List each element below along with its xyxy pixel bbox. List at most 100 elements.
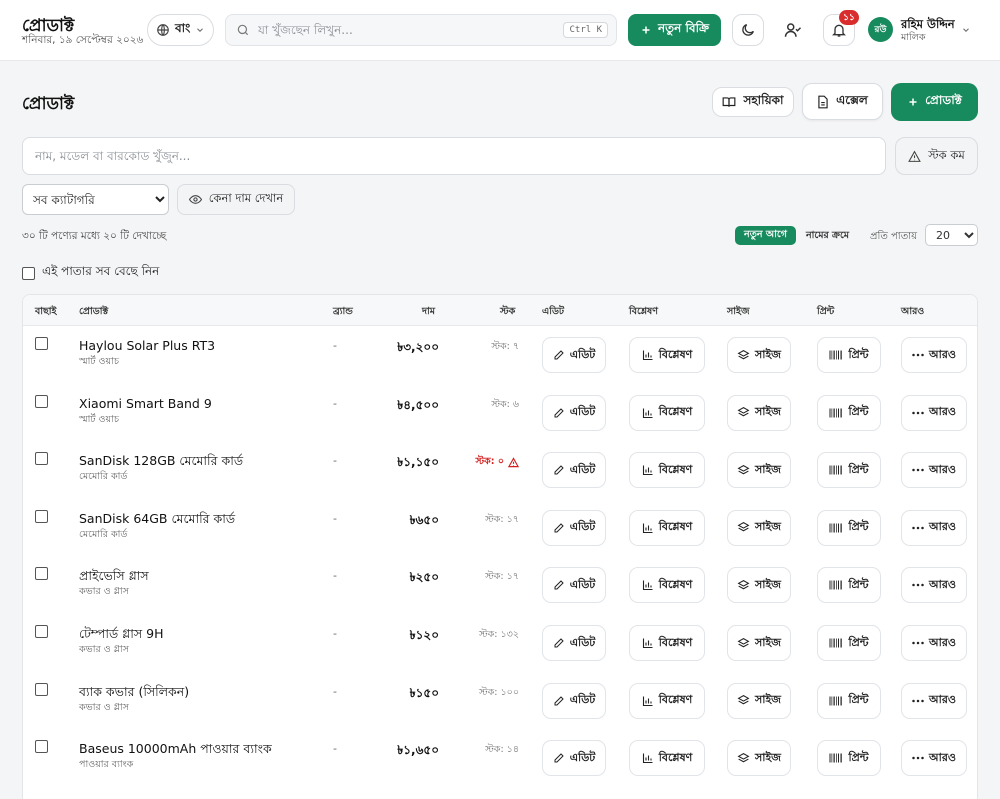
global-search: Ctrl K (225, 14, 617, 46)
print-button[interactable]: প্রিন্ট (817, 567, 881, 604)
analysis-button[interactable]: বিশ্লেষণ (629, 337, 705, 373)
size-label: সাইজ (754, 693, 782, 707)
analysis-button[interactable]: বিশ্লেষণ (629, 625, 705, 661)
row-checkbox[interactable] (35, 567, 48, 581)
category-select[interactable]: সব ক্যাটাগরি (22, 184, 169, 215)
checkbox[interactable] (22, 266, 35, 280)
cost-price-label: কেনা দাম দেখান (208, 191, 284, 205)
edit-button[interactable]: এডিট (542, 509, 606, 546)
layers-icon (737, 406, 750, 419)
excel-button[interactable]: এক্সেল (802, 83, 883, 120)
print-button[interactable]: প্রিন্ট (817, 625, 881, 661)
product-price: ৳৬৫০ (409, 512, 439, 527)
add-product-button[interactable]: প্রোডাক্ট (891, 83, 978, 121)
row-checkbox[interactable] (35, 682, 48, 696)
size-button[interactable]: সাইজ (727, 625, 791, 661)
new-sale-button[interactable]: নতুন বিক্রি (628, 14, 721, 46)
more-button[interactable]: আরও (901, 509, 967, 546)
table-row: SanDisk 128GB মেমোরি কার্ড মেমোরি কার্ড … (23, 441, 977, 499)
book-icon (722, 95, 736, 109)
row-checkbox[interactable] (35, 509, 48, 523)
sort-newest-button[interactable]: নতুন আগে (735, 226, 796, 245)
print-button[interactable]: প্রিন্ট (817, 740, 881, 777)
low-stock-filter-button[interactable]: স্টক কম (895, 137, 978, 175)
size-button[interactable]: সাইজ (727, 337, 791, 373)
bar-chart-icon (642, 695, 654, 707)
excel-label: এক্সেল (836, 92, 868, 107)
guide-button[interactable]: সহায়িকা (712, 87, 794, 117)
analysis-button[interactable]: বিশ্লেষণ (629, 567, 705, 604)
size-button[interactable]: সাইজ (727, 740, 791, 777)
product-search-input[interactable] (22, 137, 886, 175)
per-page-select[interactable]: 20 (925, 224, 978, 246)
product-price: ৳৩,২০০ (397, 340, 439, 354)
language-select[interactable]: বাং (147, 14, 214, 46)
language-label: বাং (175, 21, 191, 35)
edit-button[interactable]: এডিট (542, 625, 606, 661)
more-button[interactable]: আরও (901, 740, 967, 777)
analysis-button[interactable]: বিশ্লেষণ (629, 682, 705, 719)
show-cost-price-button[interactable]: কেনা দাম দেখান (177, 184, 295, 215)
avatar[interactable]: রউ (868, 17, 893, 42)
guide-label: সহায়িকা (743, 93, 784, 107)
more-button[interactable]: আরও (901, 394, 967, 431)
layers-icon (737, 579, 750, 592)
product-stock: স্টক: ০ (475, 455, 519, 470)
current-date: শনিবার, ১৯ সেপ্টেম্বর ২০২৬ (22, 34, 144, 46)
row-checkbox[interactable] (35, 394, 48, 408)
user-switch-button[interactable] (781, 18, 805, 42)
edit-button[interactable]: এডিট (542, 682, 606, 719)
edit-button[interactable]: এডিট (542, 337, 606, 373)
edit-button[interactable]: এডিট (542, 394, 606, 431)
analysis-button[interactable]: বিশ্লেষণ (629, 509, 705, 546)
edit-button[interactable]: এডিট (542, 452, 606, 489)
product-brand: - (333, 396, 337, 410)
size-button[interactable]: সাইজ (727, 567, 791, 604)
size-button[interactable]: সাইজ (727, 509, 791, 546)
more-button[interactable]: আরও (901, 452, 967, 489)
user-role: মালিক (901, 32, 926, 43)
size-label: সাইজ (754, 577, 782, 591)
print-button[interactable]: প্রিন্ট (817, 394, 881, 431)
row-checkbox[interactable] (35, 452, 48, 466)
more-button[interactable]: আরও (901, 625, 967, 661)
more-button[interactable]: আরও (901, 682, 967, 719)
size-button[interactable]: সাইজ (727, 394, 791, 431)
print-button[interactable]: প্রিন্ট (817, 682, 881, 719)
bar-chart-icon (642, 752, 654, 764)
sort-name-button[interactable]: নামের ক্রমে (806, 229, 849, 244)
column-header-product: প্রোডাক্ট (79, 306, 109, 317)
chevron-down-icon (195, 25, 205, 35)
row-checkbox[interactable] (35, 740, 48, 754)
pencil-icon (553, 695, 565, 707)
edit-button[interactable]: এডিট (542, 567, 606, 604)
chevron-down-icon[interactable] (961, 25, 971, 35)
size-button[interactable]: সাইজ (727, 452, 791, 489)
size-button[interactable]: সাইজ (727, 682, 791, 719)
analysis-button[interactable]: বিশ্লেষণ (629, 394, 705, 431)
product-name[interactable]: Xiaomi Smart Band 9 (79, 396, 212, 411)
edit-button[interactable]: এডিট (542, 740, 606, 777)
row-checkbox[interactable] (35, 625, 48, 638)
more-dots-icon (912, 468, 924, 472)
theme-toggle-button[interactable] (732, 14, 764, 46)
print-button[interactable]: প্রিন্ট (817, 337, 881, 373)
product-name[interactable]: Haylou Solar Plus RT3 (79, 338, 215, 353)
stock-value: স্টক: ০ (475, 456, 504, 468)
edit-label: এডিট (569, 750, 596, 764)
analysis-button[interactable]: বিশ্লেষণ (629, 740, 705, 777)
print-button[interactable]: প্রিন্ট (817, 509, 881, 546)
more-button[interactable]: আরও (901, 567, 967, 604)
more-button[interactable]: আরও (901, 337, 967, 373)
analysis-button[interactable]: বিশ্লেষণ (629, 452, 705, 489)
per-page-label: প্রতি পাতায় (870, 231, 917, 242)
select-all-label: এই পাতার সব বেছে নিন (42, 264, 160, 278)
product-brand: - (333, 339, 337, 352)
print-button[interactable]: প্রিন্ট (817, 452, 881, 489)
more-label: আরও (929, 405, 956, 419)
eye-icon (188, 193, 202, 206)
row-checkbox[interactable] (35, 337, 48, 350)
select-all-checkbox[interactable]: এই পাতার সব বেছে নিন (22, 263, 159, 283)
global-search-input[interactable] (258, 23, 556, 37)
more-dots-icon (912, 583, 924, 587)
